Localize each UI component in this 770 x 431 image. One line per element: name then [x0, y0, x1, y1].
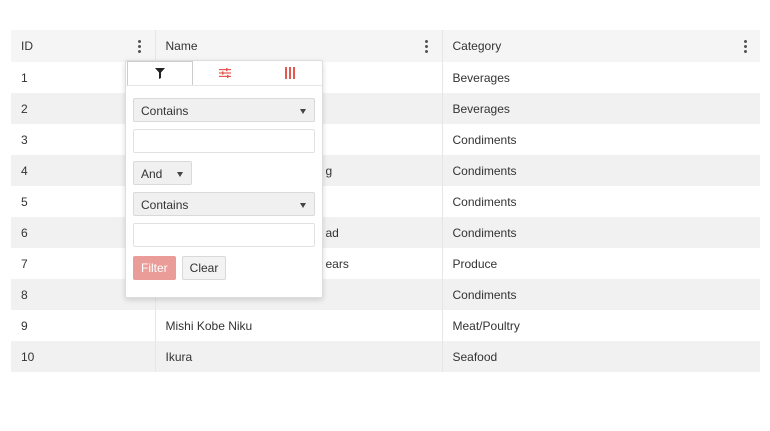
- cell-id: 9: [21, 318, 28, 333]
- operator-select-2[interactable]: Contains: [133, 192, 315, 216]
- filter-value-input-1[interactable]: [133, 129, 315, 153]
- cell-category: Meat/Poultry: [441, 310, 760, 341]
- column-header-id[interactable]: ID: [11, 30, 155, 62]
- table-row[interactable]: 6 ad Condiments: [11, 217, 760, 248]
- filter-value-input-2[interactable]: [133, 223, 315, 247]
- column-header-label: ID: [21, 39, 33, 53]
- data-grid: ID Name Category 1 Beverages 2 Beverages…: [11, 30, 760, 372]
- column-menu-icon[interactable]: [740, 38, 750, 54]
- filter-button[interactable]: Filter: [133, 256, 176, 280]
- cell-category: Beverages: [441, 93, 760, 124]
- column-header-label: Category: [452, 39, 502, 53]
- cell-category: Beverages: [441, 62, 760, 93]
- operator-select-2-value: Contains: [141, 198, 189, 212]
- column-header-name[interactable]: Name: [154, 30, 442, 62]
- sliders-icon: [219, 68, 232, 78]
- cell-category: Condiments: [441, 124, 760, 155]
- table-row[interactable]: 7 ears Produce: [11, 248, 760, 279]
- column-menu-icon[interactable]: [422, 38, 432, 54]
- logic-operator-value: And: [141, 167, 163, 181]
- table-row[interactable]: 2 Beverages: [11, 93, 760, 124]
- table-row[interactable]: 4 g Condiments: [11, 155, 760, 186]
- operator-select-1-value: Contains: [141, 104, 189, 118]
- table-row[interactable]: 5 Condiments: [11, 186, 760, 217]
- table-row[interactable]: 10 Ikura Seafood: [11, 341, 760, 372]
- filter-icon: [155, 68, 166, 79]
- cell-category: Condiments: [441, 217, 760, 248]
- column-header-label: Name: [165, 39, 198, 53]
- chevron-down-icon: [177, 172, 183, 177]
- operator-select-1[interactable]: Contains: [133, 98, 315, 122]
- cell-id: 10: [11, 341, 155, 372]
- column-filter-popup: Contains And Contains Filter Clear: [125, 60, 323, 298]
- table-row[interactable]: 8 Condiments: [11, 279, 760, 310]
- table-row[interactable]: 9 Mishi Kobe Niku Meat/Poultry: [11, 310, 760, 341]
- column-menu-icon[interactable]: [135, 38, 145, 54]
- cell-category: Seafood: [441, 341, 760, 372]
- chevron-down-icon: [300, 109, 306, 114]
- clear-button[interactable]: Clear: [181, 256, 227, 280]
- column-header-category[interactable]: Category: [441, 30, 760, 62]
- header-row: ID Name Category: [11, 30, 760, 62]
- table-row[interactable]: 1 Beverages: [11, 62, 760, 93]
- cell-category: Condiments: [441, 186, 760, 217]
- logic-operator-select[interactable]: And: [133, 161, 192, 185]
- popup-button-row: Filter Clear: [133, 256, 315, 280]
- cell-name: Mishi Kobe Niku: [154, 310, 442, 341]
- cell-category: Condiments: [441, 279, 760, 310]
- tab-general[interactable]: [193, 61, 257, 85]
- tab-columns[interactable]: [258, 61, 322, 85]
- cell-category: Condiments: [441, 155, 760, 186]
- popup-tab-bar: [126, 61, 322, 86]
- columns-icon: [284, 67, 295, 79]
- table-row[interactable]: 3 Condiments: [11, 124, 760, 155]
- cell-category: Produce: [441, 248, 760, 279]
- tab-filter[interactable]: [127, 61, 194, 85]
- chevron-down-icon: [300, 203, 306, 208]
- cell-name: Ikura: [154, 341, 442, 372]
